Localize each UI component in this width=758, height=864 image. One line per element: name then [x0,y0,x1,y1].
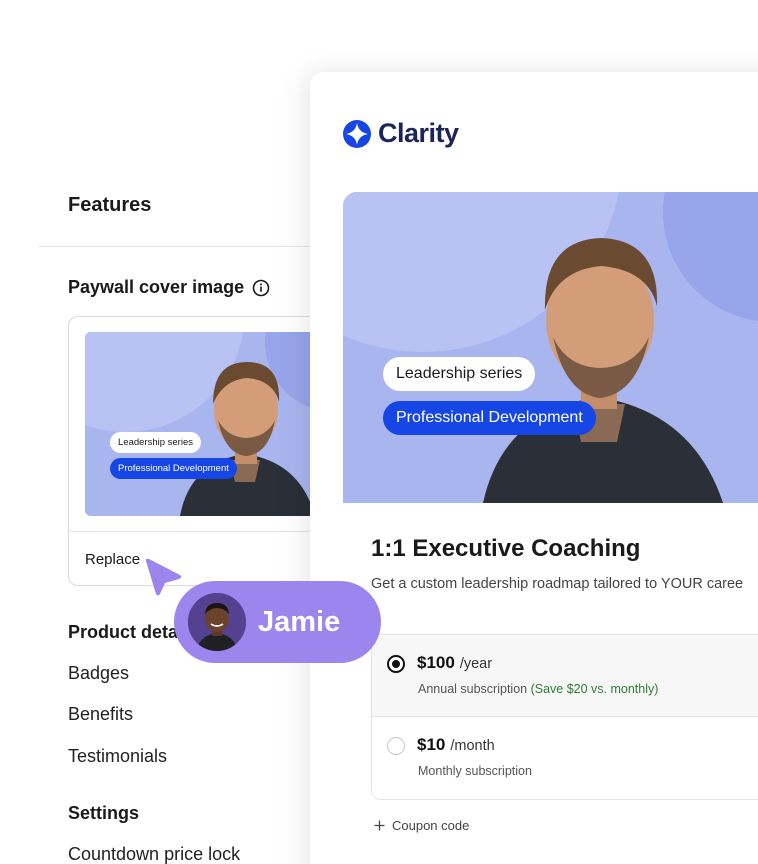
radio-unselected-icon[interactable] [387,737,405,755]
product-details-title: Product deta [68,622,179,642]
features-title: Features [68,194,152,216]
course-subtitle: Get a custom leadership roadmap tailored… [371,576,744,592]
collaborator-tag: Jamie [174,581,381,663]
hero-image: Leadership series Professional Developme… [343,192,758,503]
plus-icon [374,820,385,831]
brand-name: Clarity [378,118,459,148]
cover-image-heading: Paywall cover image [68,277,270,298]
price-line: $100 /year [417,653,492,673]
coupon-code-link[interactable]: Coupon code [374,818,469,833]
collaborator-avatar [188,593,246,651]
price-line: $10 /month [417,735,495,755]
menu-item-benefits[interactable]: Benefits [68,704,133,725]
plan-period: /year [459,656,493,672]
cursor-arrow-icon [145,558,182,596]
plan-savings: (Save $20 vs. monthly) [530,682,659,696]
features-panel: Features Paywall cover image Leadership … [0,0,358,864]
menu-item-countdown-price-lock[interactable]: Countdown price lock [68,844,240,864]
collaborator-name: Jamie [258,605,341,638]
plan-description-text: Annual subscription [418,682,528,696]
menu-item-testimonials[interactable]: Testimonials [68,746,167,767]
settings-title: Settings [68,803,140,823]
hero-photo [343,192,758,503]
course-title: 1:1 Executive Coaching [371,535,641,562]
coupon-code-label: Coupon code [392,818,470,833]
leadership-series-badge: Leadership series [383,357,536,391]
menu-item-badges[interactable]: Badges [68,663,129,684]
professional-development-badge: Professional Development [110,458,237,479]
leadership-series-badge: Leadership series [110,432,201,453]
plan-description: Annual subscription (Save $20 vs. monthl… [418,682,658,696]
info-icon[interactable] [252,279,270,297]
professional-development-badge: Professional Development [383,401,596,435]
plan-option-monthly[interactable]: $10 /month Monthly subscription [372,717,758,799]
plan-option-yearly[interactable]: $100 /year Annual subscription (Save $20… [372,635,758,717]
plan-period: /month [450,738,495,754]
plan-description-text: Monthly subscription [418,764,532,778]
clarity-logo-icon [343,119,371,148]
checkout-preview: Clarity Leadership series Professional D… [310,72,758,864]
cover-image-title: Paywall cover image [68,277,245,297]
plan-description: Monthly subscription [418,764,532,778]
divider [38,246,338,247]
radio-selected-icon[interactable] [387,655,405,673]
plan-price: $10 [417,735,446,754]
plan-price: $100 [417,653,455,672]
replace-button[interactable]: Replace [85,551,140,568]
brand: Clarity [342,118,459,149]
pricing-plans: $100 /year Annual subscription (Save $20… [371,634,758,800]
